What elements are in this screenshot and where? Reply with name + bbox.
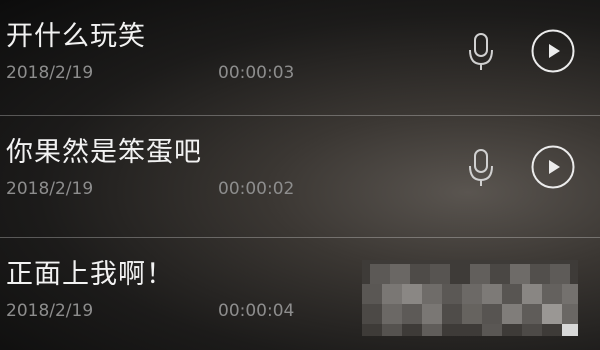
play-icon: [531, 29, 575, 73]
recording-list: 开什么玩笑 2018/2/19 00:00:03 你果然是笨蛋吧 2018/2/…: [0, 0, 600, 350]
mic-button[interactable]: [458, 28, 504, 74]
play-button[interactable]: [530, 28, 576, 74]
recording-item[interactable]: 开什么玩笑 2018/2/19 00:00:03: [0, 0, 600, 115]
pixelated-overlay: [362, 260, 578, 336]
recording-title: 正面上我啊！: [6, 259, 174, 290]
recording-title: 开什么玩笑: [6, 21, 146, 52]
mic-icon: [469, 33, 493, 70]
play-button[interactable]: [530, 144, 576, 190]
mic-icon: [469, 149, 493, 186]
recording-duration: 00:00:02: [218, 179, 295, 199]
recording-duration: 00:00:03: [218, 63, 295, 83]
recording-date: 2018/2/19: [6, 179, 94, 199]
recording-item[interactable]: 你果然是笨蛋吧 2018/2/19 00:00:02: [0, 116, 600, 231]
recording-date: 2018/2/19: [6, 301, 94, 321]
recording-duration: 00:00:04: [218, 301, 295, 321]
mic-button[interactable]: [458, 144, 504, 190]
play-icon: [531, 145, 575, 189]
recording-title: 你果然是笨蛋吧: [6, 137, 202, 168]
recording-date: 2018/2/19: [6, 63, 94, 83]
voice-recordings-screen: 开什么玩笑 2018/2/19 00:00:03 你果然是笨蛋吧 2018/2/…: [0, 0, 600, 350]
recording-item[interactable]: 正面上我啊！ 2018/2/19 00:00:04: [0, 238, 600, 350]
